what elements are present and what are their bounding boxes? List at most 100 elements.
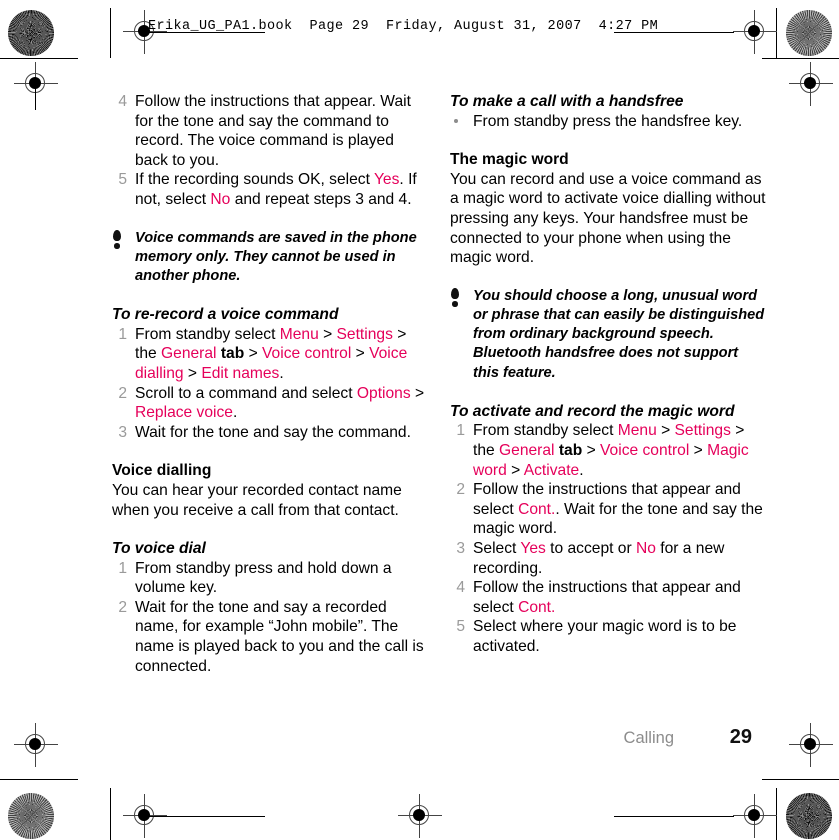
list-item: 4 Follow the instructions that appear and… <box>450 578 766 617</box>
text-run: Select <box>473 539 521 557</box>
ui-term: No <box>210 190 231 208</box>
manual-page: 4 Follow the instructions that appear. Wa… <box>0 0 839 840</box>
left-column: 4 Follow the instructions that appear. Wa… <box>112 92 428 676</box>
bold-term: tab <box>554 441 583 459</box>
list-item: 1 From standby select Menu > Settings > t… <box>112 325 428 384</box>
page-footer: Calling 29 <box>112 726 752 751</box>
ui-term: General <box>161 345 217 363</box>
text-run: . <box>279 364 284 382</box>
text-run: . <box>579 461 584 479</box>
steps-voice-dial: 1 From standby press and hold down a volu… <box>112 559 428 677</box>
text-run: Scroll to a command and select <box>135 384 357 402</box>
step-text: From standby press and hold down a volum… <box>135 559 428 598</box>
exclamation-icon <box>112 229 122 249</box>
ui-term: Cont. <box>518 500 556 518</box>
step-number: 5 <box>456 618 465 636</box>
ui-term: Settings <box>674 422 731 440</box>
step-text: From standby select Menu > Settings > th… <box>473 421 766 480</box>
step-text: Follow the instructions that appear and … <box>473 480 766 539</box>
list-item: 5 If the recording sounds OK, select Yes.… <box>112 170 428 209</box>
ui-term: Menu <box>617 422 657 440</box>
text-run: > <box>318 325 337 343</box>
list-item: 2 Scroll to a command and select Options … <box>112 384 428 423</box>
list-item: 5 Select where your magic word is to be a… <box>450 617 766 656</box>
list-item: From standby press the handsfree key. <box>450 112 766 132</box>
step-number: 2 <box>118 598 127 616</box>
text-run: Wait for the tone and say a recorded nam… <box>135 598 424 675</box>
text-run: > <box>689 441 708 459</box>
list-item: 2 Follow the instructions that appear and… <box>450 480 766 539</box>
text-run: > <box>244 345 263 363</box>
text-run: Wait for the tone and say the command. <box>135 423 411 441</box>
note-text: Voice commands are saved in the phone me… <box>135 229 417 284</box>
list-item: 4 Follow the instructions that appear. Wa… <box>112 92 428 170</box>
step-number: 4 <box>118 93 127 110</box>
step-text: From standby select Menu > Settings > th… <box>135 325 428 384</box>
note-text: You should choose a long, unusual word o… <box>473 287 765 381</box>
step-text: Wait for the tone and say the command. <box>135 423 428 443</box>
step-number: 1 <box>118 325 127 343</box>
ui-term: Yes <box>373 171 400 189</box>
text-run: . <box>232 404 238 422</box>
step-number: 1 <box>456 422 465 440</box>
text-run: > <box>582 441 601 459</box>
step-number: 2 <box>118 384 127 402</box>
step-text: If the recording sounds OK, select Yes. … <box>135 170 428 209</box>
text-run: > <box>410 384 425 402</box>
text-run: From standby press the handsfree key. <box>473 112 743 130</box>
ui-term: Menu <box>279 325 319 343</box>
text-run: If the recording sounds OK, select <box>135 171 374 189</box>
ui-term: Voice control <box>262 345 352 363</box>
bullet-text: From standby press the handsfree key. <box>473 113 742 130</box>
ui-term: Replace voice <box>135 404 233 422</box>
heading-to-activate-and-record-the-magic-word: To activate and record the magic word <box>450 402 735 420</box>
list-item: 1 From standby press and hold down a volu… <box>112 559 428 598</box>
text-run: Follow the instructions that appear. Wai… <box>135 93 411 169</box>
step-text: Select Yes to accept or No for a new rec… <box>473 539 766 578</box>
text-run: > <box>183 364 202 382</box>
steps-re-record-voice-command: 1 From standby select Menu > Settings > t… <box>112 325 428 443</box>
step-text: Follow the instructions that appear. Wai… <box>135 92 428 170</box>
heading-voice-dialling: Voice dialling <box>112 462 212 480</box>
note-voice-commands-memory: Voice commands are saved in the phone me… <box>112 229 428 287</box>
text-run: Select where your magic word is to be ac… <box>473 618 737 655</box>
list-item: 1 From standby select Menu > Settings > t… <box>450 421 766 480</box>
ui-term: Voice control <box>600 441 690 459</box>
text-run: and repeat steps 3 and 4. <box>230 190 412 208</box>
step-text: Wait for the tone and say a recorded nam… <box>135 598 428 676</box>
step-text: Select where your magic word is to be ac… <box>473 617 766 656</box>
step-number: 4 <box>456 579 465 597</box>
ui-term: Activate <box>523 461 580 479</box>
ui-term: General <box>499 441 555 459</box>
list-item: 2 Wait for the tone and say a recorded na… <box>112 598 428 676</box>
paragraph-the-magic-word: You can record and use a voice command a… <box>450 170 766 267</box>
steps-activate-record-magic-word: 1 From standby select Menu > Settings > t… <box>450 421 766 656</box>
ui-term: Options <box>356 384 411 402</box>
text-run: > <box>506 461 524 479</box>
right-column: To make a call with a handsfree From sta… <box>450 92 766 656</box>
note-choose-long-unusual-word: You should choose a long, unusual word o… <box>450 287 766 383</box>
text-run: to accept or <box>545 539 636 557</box>
left-continued-steps: 4 Follow the instructions that appear. Wa… <box>112 92 428 210</box>
text-run: Follow the instructions that appear and … <box>473 579 741 616</box>
step-number: 1 <box>118 559 127 577</box>
ui-term: Settings <box>336 325 393 343</box>
step-text: Follow the instructions that appear and … <box>473 578 766 617</box>
ui-term: Yes <box>520 539 546 557</box>
text-run: From standby select <box>135 325 280 343</box>
step-number: 3 <box>456 539 465 557</box>
step-number: 2 <box>456 481 465 499</box>
step-number: 3 <box>118 423 127 441</box>
bold-term: tab <box>216 345 245 363</box>
text-run: > <box>656 422 675 440</box>
bullet-icon <box>454 118 458 123</box>
heading-to-re-record-a-voice-command: To re-record a voice command <box>112 306 339 324</box>
heading-to-make-a-call-with-a-handsfree: To make a call with a handsfree <box>450 93 684 110</box>
ui-term: Edit names <box>201 364 280 382</box>
list-item: 3 Select Yes to accept or No for a new re… <box>450 539 766 578</box>
ui-term: No <box>636 539 656 557</box>
exclamation-icon <box>450 287 460 307</box>
ui-term: Cont. <box>518 598 556 616</box>
heading-the-magic-word: The magic word <box>450 151 569 169</box>
step-text: Scroll to a command and select Options >… <box>135 384 428 423</box>
